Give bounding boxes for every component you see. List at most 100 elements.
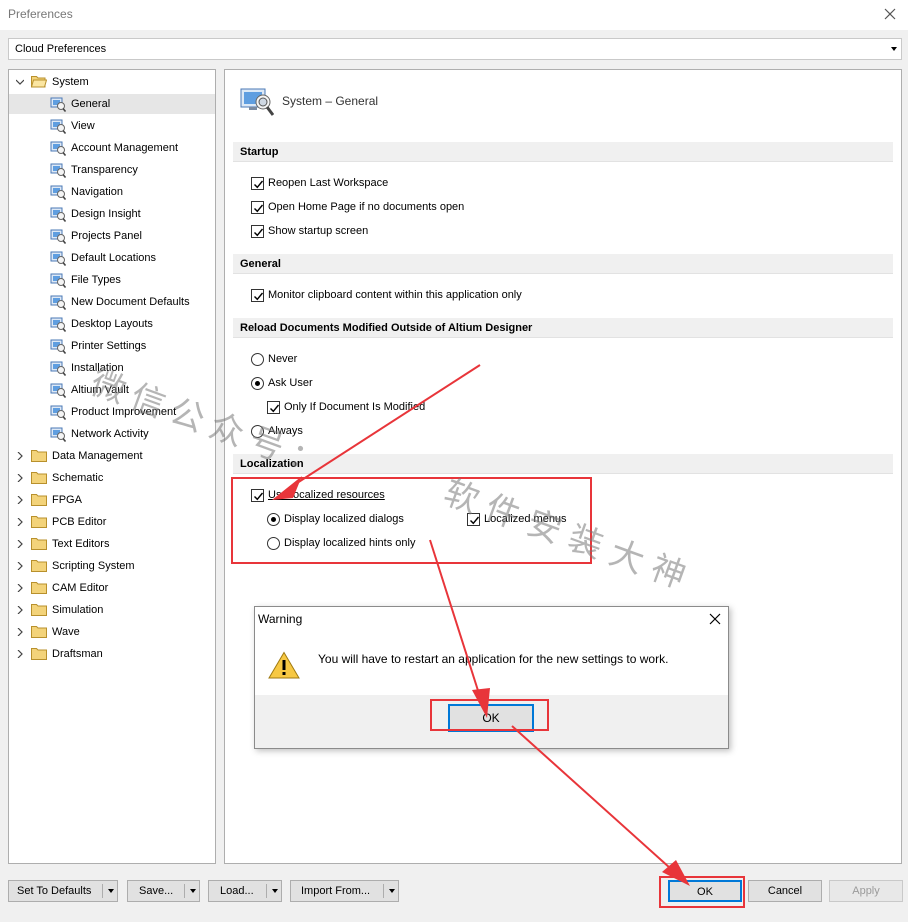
folder-icon xyxy=(31,560,47,572)
chevron-right-icon[interactable] xyxy=(16,562,24,570)
radio-button[interactable] xyxy=(267,513,280,526)
preference-page-icon xyxy=(50,163,66,178)
set-to-defaults-button[interactable]: Set To Defaults xyxy=(8,880,118,902)
tree-node-label: CAM Editor xyxy=(52,582,109,594)
chevron-down-icon[interactable] xyxy=(190,889,196,893)
tree-node-projects-panel[interactable]: Projects Panel xyxy=(9,226,215,246)
load-button[interactable]: Load... xyxy=(208,880,282,902)
tree-node-account-management[interactable]: Account Management xyxy=(9,138,215,158)
cancel-button[interactable]: Cancel xyxy=(748,880,822,902)
tree-node-label: Altium Vault xyxy=(71,384,129,396)
tree-node-cam-editor[interactable]: CAM Editor xyxy=(9,578,215,598)
chevron-right-icon[interactable] xyxy=(16,628,24,636)
chevron-right-icon[interactable] xyxy=(16,540,24,548)
preferences-profile-dropdown[interactable]: Cloud Preferences xyxy=(8,38,902,60)
apply-button[interactable]: Apply xyxy=(829,880,903,902)
tree-node-label: System xyxy=(52,76,89,88)
tree-node-simulation[interactable]: Simulation xyxy=(9,600,215,620)
preference-page-icon xyxy=(50,229,66,244)
tree-node-file-types[interactable]: File Types xyxy=(9,270,215,290)
tree-node-draftsman[interactable]: Draftsman xyxy=(9,644,215,664)
radio-button[interactable] xyxy=(251,377,264,390)
tree-node-new-document-defaults[interactable]: New Document Defaults xyxy=(9,292,215,312)
tree-node-system[interactable]: System xyxy=(9,72,215,92)
section-header: Startup xyxy=(240,146,279,158)
chevron-down-icon[interactable] xyxy=(389,889,395,893)
warning-ok-button[interactable]: OK xyxy=(448,704,534,732)
tree-node-label: Product Improvement xyxy=(71,406,177,418)
chevron-right-icon[interactable] xyxy=(16,584,24,592)
chevron-down-icon[interactable] xyxy=(272,889,278,893)
tree-node-desktop-layouts[interactable]: Desktop Layouts xyxy=(9,314,215,334)
tree-node-network-activity[interactable]: Network Activity xyxy=(9,424,215,444)
checkbox-label: Monitor clipboard content within this ap… xyxy=(268,289,522,301)
checkbox-box[interactable] xyxy=(251,201,264,214)
ok-button[interactable]: OK xyxy=(668,880,742,902)
tree-node-label: Text Editors xyxy=(52,538,110,550)
tree-node-view[interactable]: View xyxy=(9,116,215,136)
tree-node-text-editors[interactable]: Text Editors xyxy=(9,534,215,554)
save-button[interactable]: Save... xyxy=(127,880,200,902)
tree-node-fpga[interactable]: FPGA xyxy=(9,490,215,510)
tree-node-scripting-system[interactable]: Scripting System xyxy=(9,556,215,576)
radio-label: Never xyxy=(268,353,298,365)
close-icon[interactable] xyxy=(708,612,722,626)
tree-node-altium-vault[interactable]: Altium Vault xyxy=(9,380,215,400)
checkbox-box[interactable] xyxy=(251,177,264,190)
tree-node-general[interactable]: General xyxy=(9,94,215,114)
chevron-right-icon[interactable] xyxy=(16,452,24,460)
folder-icon xyxy=(31,626,47,638)
split-divider xyxy=(266,884,267,898)
radio-button[interactable] xyxy=(251,425,264,438)
tree-node-label: New Document Defaults xyxy=(71,296,190,308)
checkbox-box[interactable] xyxy=(267,401,280,414)
button-label: Import From... xyxy=(301,885,371,897)
checkbox-box[interactable] xyxy=(467,513,480,526)
tree-node-label: Network Activity xyxy=(71,428,149,440)
preference-page-icon xyxy=(50,317,66,332)
section-reload-documents: Reload Documents Modified Outside of Alt… xyxy=(233,318,893,338)
split-divider xyxy=(184,884,185,898)
chevron-down-icon xyxy=(891,47,897,51)
checkbox-box[interactable] xyxy=(251,289,264,302)
folder-icon xyxy=(31,604,47,616)
checkbox-box[interactable] xyxy=(251,225,264,238)
chevron-right-icon[interactable] xyxy=(16,496,24,504)
tree-node-navigation[interactable]: Navigation xyxy=(9,182,215,202)
tree-node-printer-settings[interactable]: Printer Settings xyxy=(9,336,215,356)
radio-button[interactable] xyxy=(267,537,280,550)
chevron-right-icon[interactable] xyxy=(16,650,24,658)
tree-node-label: Transparency xyxy=(71,164,138,176)
tree-node-transparency[interactable]: Transparency xyxy=(9,160,215,180)
tree-node-pcb-editor[interactable]: PCB Editor xyxy=(9,512,215,532)
chevron-down-icon[interactable] xyxy=(108,889,114,893)
preference-page-icon xyxy=(50,361,66,376)
tree-node-default-locations[interactable]: Default Locations xyxy=(9,248,215,268)
window-title: Preferences xyxy=(8,7,73,21)
tree-node-label: Data Management xyxy=(52,450,143,462)
close-icon[interactable] xyxy=(880,4,900,24)
button-label: Set To Defaults xyxy=(17,885,92,897)
tree-node-data-management[interactable]: Data Management xyxy=(9,446,215,466)
radio-label: Always xyxy=(268,425,303,437)
warning-title: Warning xyxy=(258,612,303,626)
chevron-right-icon[interactable] xyxy=(16,474,24,482)
chevron-down-icon[interactable] xyxy=(16,78,24,86)
chevron-right-icon[interactable] xyxy=(16,518,24,526)
tree-node-label: Schematic xyxy=(52,472,104,484)
section-header: Reload Documents Modified Outside of Alt… xyxy=(240,322,533,334)
tree-node-installation[interactable]: Installation xyxy=(9,358,215,378)
chevron-right-icon[interactable] xyxy=(16,606,24,614)
tree-node-label: Wave xyxy=(52,626,80,638)
radio-button[interactable] xyxy=(251,353,264,366)
checkbox-box[interactable] xyxy=(251,489,264,502)
preference-page-icon xyxy=(50,295,66,310)
checkbox-label: Use localized resources xyxy=(268,489,385,501)
preferences-tree[interactable]: System General View Account Management Tran… xyxy=(8,69,216,864)
tree-node-schematic[interactable]: Schematic xyxy=(9,468,215,488)
tree-node-label: Navigation xyxy=(71,186,123,198)
import-from-button[interactable]: Import From... xyxy=(290,880,399,902)
tree-node-wave[interactable]: Wave xyxy=(9,622,215,642)
tree-node-product-improvement[interactable]: Product Improvement xyxy=(9,402,215,422)
tree-node-design-insight[interactable]: Design Insight xyxy=(9,204,215,224)
